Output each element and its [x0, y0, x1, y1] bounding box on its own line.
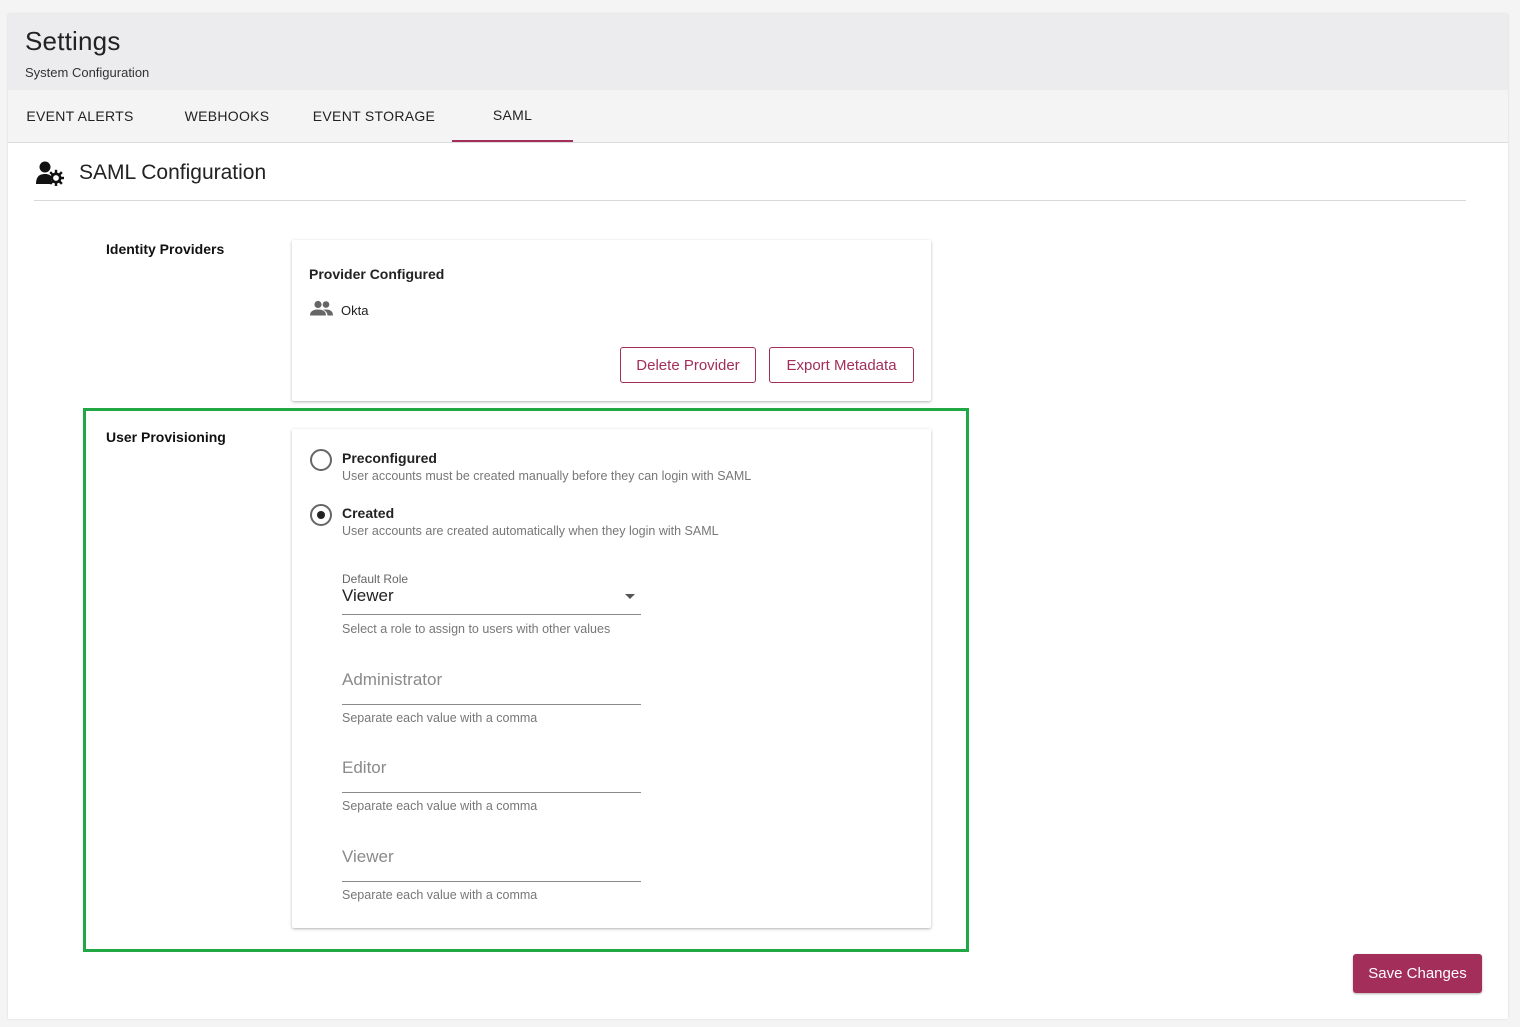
select-underline [342, 614, 641, 615]
input-underline [342, 792, 641, 793]
default-role-value: Viewer [342, 586, 394, 605]
input-underline [342, 881, 641, 882]
editor-input[interactable]: Editor [342, 758, 386, 778]
radio-created-description: User accounts are created automatically … [342, 524, 719, 538]
editor-field[interactable]: Editor Separate each value with a comma [342, 758, 641, 818]
tab-event-storage[interactable]: EVENT STORAGE [308, 90, 440, 142]
input-underline [342, 704, 641, 705]
administrator-helper: Separate each value with a comma [342, 711, 538, 725]
provisioning-card: Preconfigured User accounts must be crea… [292, 429, 931, 928]
page-header: Settings System Configuration [8, 14, 1508, 90]
tab-webhooks[interactable]: WEBHOOKS [168, 90, 286, 142]
delete-provider-button[interactable]: Delete Provider [620, 347, 756, 383]
people-icon [310, 300, 333, 321]
tab-bar: EVENT ALERTS WEBHOOKS EVENT STORAGE SAML [8, 90, 1508, 143]
default-role-helper: Select a role to assign to users with ot… [342, 622, 611, 636]
dropdown-arrow-icon [625, 594, 635, 599]
section-header: SAML Configuration [34, 157, 1466, 201]
default-role-label: Default Role [342, 572, 409, 586]
administrator-field[interactable]: Administrator Separate each value with a… [342, 669, 641, 729]
save-changes-button[interactable]: Save Changes [1353, 954, 1482, 993]
radio-preconfigured-description: User accounts must be created manually b… [342, 469, 752, 483]
editor-helper: Separate each value with a comma [342, 799, 538, 813]
radio-button-checked[interactable] [310, 504, 332, 526]
user-gear-icon [36, 160, 65, 187]
default-role-select[interactable]: Default Role Viewer Select a role to ass… [342, 572, 641, 642]
page-title: Settings [25, 26, 121, 56]
radio-button-unchecked[interactable] [310, 449, 332, 471]
provider-card: Provider Configured Okta Delete Provider… [292, 240, 931, 401]
radio-preconfigured-label: Preconfigured [342, 450, 437, 466]
radio-created-label: Created [342, 505, 395, 521]
export-metadata-button[interactable]: Export Metadata [769, 347, 914, 383]
tab-event-alerts[interactable]: EVENT ALERTS [16, 90, 144, 142]
viewer-input[interactable]: Viewer [342, 847, 394, 867]
viewer-field[interactable]: Viewer Separate each value with a comma [342, 846, 641, 906]
section-title: SAML Configuration [79, 161, 267, 184]
user-provisioning-label: User Provisioning [106, 429, 226, 445]
radio-selected-dot [317, 511, 325, 519]
provider-card-title: Provider Configured [309, 266, 445, 282]
administrator-input[interactable]: Administrator [342, 670, 442, 690]
provider-name: Okta [341, 303, 369, 318]
identity-providers-label: Identity Providers [106, 241, 225, 257]
provider-row: Okta [310, 300, 368, 321]
page-subtitle: System Configuration [25, 65, 150, 80]
tab-saml[interactable]: SAML [452, 90, 573, 142]
viewer-helper: Separate each value with a comma [342, 888, 538, 902]
